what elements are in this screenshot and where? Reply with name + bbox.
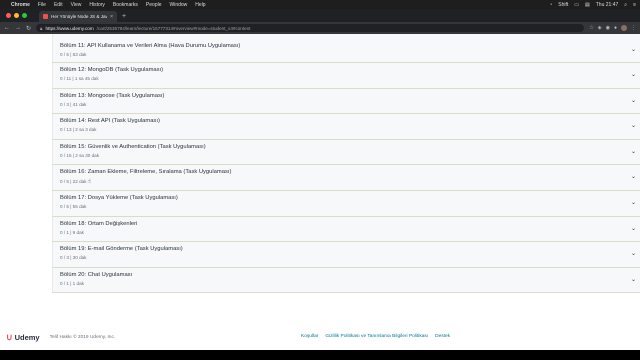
browser-toolbar: ← → ↻ 🔒︎ https://www.udemy.com/cart/2536…	[0, 22, 640, 34]
course-content-page: Bölüm 11: API Kullanama ve Verileri Alma…	[0, 34, 640, 350]
chevron-down-icon[interactable]: ⌄	[631, 46, 636, 53]
extension-icon[interactable]: ◉	[606, 25, 610, 31]
footer-links: Koşullar Gizlilik Politikası ve Tanımlam…	[301, 334, 450, 339]
chevron-down-icon[interactable]: ⌄	[631, 225, 636, 232]
udemy-logo-icon: ∪	[6, 331, 13, 342]
section-title: Bölüm 14: Rest API (Task Uygulaması)	[60, 118, 160, 125]
mouse-cursor-icon: ☝︎	[87, 179, 92, 186]
section-meta: 0 / 11 | 1 sa 45 dak	[60, 76, 99, 81]
section-title: Bölüm 16: Zaman Ekleme, Filtreleme, Sıra…	[60, 169, 232, 176]
chevron-down-icon[interactable]: ⌄	[631, 97, 636, 104]
section-title: Bölüm 17: Dosya Yükleme (Task Uygulaması…	[60, 194, 178, 201]
chevron-down-icon[interactable]: ⌄	[631, 250, 636, 257]
chevron-down-icon[interactable]: ⌄	[631, 173, 636, 180]
mac-menubar: Chrome File Edit View History Bookmarks …	[0, 0, 640, 9]
battery-icon[interactable]: ▭	[574, 2, 579, 8]
menu-people[interactable]: People	[146, 2, 162, 8]
curriculum-section[interactable]: Bölüm 19: E-mail Gönderme (Task Uygulama…	[52, 242, 640, 268]
input-source-indicator[interactable]: Shift	[558, 2, 568, 8]
section-meta: 0 / 13 | 2 sa 3 dak	[60, 127, 97, 133]
url-host: https://www.udemy.com	[45, 25, 94, 31]
curriculum-section[interactable]: Bölüm 16: Zaman Ekleme, Filtreleme, Sıra…	[52, 165, 640, 191]
minimize-window-button[interactable]	[14, 13, 19, 18]
curriculum-section[interactable]: Bölüm 18: Ortam Değişkenleri 0 / 1 | 9 d…	[52, 216, 640, 243]
curriculum-section[interactable]: Bölüm 11: API Kullanama ve Verileri Alma…	[52, 34, 640, 63]
reload-icon[interactable]: ↻	[26, 25, 31, 32]
page-footer: ∪ Udemy Telif Hakkı © 2019 Udemy, Inc. K…	[0, 324, 640, 350]
menu-view[interactable]: View	[71, 2, 82, 8]
bookmark-star-icon[interactable]: ☆	[589, 25, 593, 31]
menu-bookmarks[interactable]: Bookmarks	[113, 2, 138, 8]
section-meta: 0 / 5 | 55 dak	[60, 203, 87, 209]
curriculum-section[interactable]: Bölüm 14: Rest API (Task Uygulaması) 0 /…	[52, 114, 640, 140]
support-link[interactable]: Destek	[435, 334, 450, 339]
logo-text: Udemy	[14, 332, 40, 342]
menu-list-icon[interactable]: ≡	[633, 2, 636, 8]
curriculum-section[interactable]: Bölüm 12: MongoDB (Task Uygulaması) 0 / …	[52, 63, 640, 89]
clock[interactable]: Thu 21:47	[596, 2, 619, 8]
browser-tab-active[interactable]: Her Yönüyle Node JS & Javas ×	[39, 11, 117, 22]
section-meta: 0 / 1 | 9 dak	[60, 229, 84, 235]
menubar-status-area: ◔ Shift ▭ ▤ Thu 21:47 ⌕ ≡	[549, 2, 636, 8]
screen-bottom-edge	[0, 350, 640, 360]
back-arrow-icon[interactable]: ←	[4, 25, 10, 31]
section-title: Bölüm 19: E-mail Gönderme (Task Uygulama…	[60, 246, 183, 253]
menu-edit[interactable]: Edit	[54, 2, 63, 8]
new-tab-button[interactable]: +	[122, 11, 126, 22]
more-menu-icon[interactable]: ⋮	[631, 25, 636, 31]
privacy-policy-link[interactable]: Gizlilik Politikası ve Tanımlama Bilgile…	[325, 334, 428, 339]
menu-history[interactable]: History	[89, 2, 105, 8]
section-meta-text: 0 / 5 | 22 dak	[60, 179, 87, 185]
curriculum-section[interactable]: Bölüm 15: Güvenlik ve Authentication (Ta…	[52, 139, 640, 166]
lock-icon: 🔒︎	[40, 25, 43, 31]
section-title: Bölüm 11: API Kullanama ve Verileri Alma…	[60, 43, 241, 49]
udemy-favicon-icon	[43, 14, 48, 19]
section-meta: 0 / 15 | 2 sa 30 dak	[60, 152, 99, 158]
section-meta: 0 / 5 | 53 dak	[60, 52, 87, 57]
chevron-down-icon[interactable]: ⌄	[631, 148, 636, 155]
chevron-down-icon[interactable]: ⌄	[631, 276, 636, 283]
tab-title: Her Yönüyle Node JS & Javas	[51, 14, 108, 19]
url-path: /cart/2536784/learn/lecture/15777314#ove…	[96, 25, 251, 31]
curriculum-section[interactable]: Bölüm 13: Mongoose (Task Uygulaması) 0 /…	[52, 88, 640, 115]
browser-tabstrip: Her Yönüyle Node JS & Javas × +	[0, 9, 640, 22]
menu-file[interactable]: File	[38, 2, 46, 8]
window-controls	[0, 9, 33, 22]
udemy-logo[interactable]: ∪ Udemy	[6, 332, 40, 343]
flag-icon[interactable]: ▤	[585, 2, 590, 8]
section-title: Bölüm 13: Mongoose (Task Uygulaması)	[60, 92, 165, 99]
section-meta: 0 / 3 | 41 dak	[60, 101, 87, 107]
close-tab-icon[interactable]: ×	[110, 14, 113, 20]
extension-icon[interactable]: ●	[614, 25, 617, 31]
forward-arrow-icon[interactable]: →	[15, 25, 21, 31]
wifi-icon[interactable]: ◔	[549, 2, 552, 8]
close-window-button[interactable]	[6, 13, 11, 18]
profile-avatar[interactable]	[621, 25, 627, 31]
address-bar[interactable]: 🔒︎ https://www.udemy.com/cart/2536784/le…	[36, 24, 585, 32]
section-meta: 0 / 1 | 1 dak	[60, 280, 84, 286]
menu-chrome[interactable]: Chrome	[11, 2, 30, 8]
search-icon[interactable]: ⌕	[624, 2, 627, 8]
copyright-text: Telif Hakkı © 2019 Udemy, Inc.	[49, 334, 116, 340]
section-title: Bölüm 18: Ortam Değişkenleri	[60, 220, 138, 227]
curriculum-section[interactable]: Bölüm 20: Chat Uygulaması 0 / 1 | 1 dak …	[52, 267, 640, 294]
section-title: Bölüm 15: Güvenlik ve Authentication (Ta…	[60, 143, 206, 150]
terms-link[interactable]: Koşullar	[301, 334, 318, 339]
curriculum-section[interactable]: Bölüm 17: Dosya Yükleme (Task Uygulaması…	[52, 190, 640, 217]
chevron-down-icon[interactable]: ⌄	[631, 122, 636, 129]
extension-icon[interactable]: ◈	[598, 25, 602, 31]
curriculum-section-list: Bölüm 11: API Kullanama ve Verileri Alma…	[52, 34, 640, 294]
extension-icons: ☆ ◈ ◉ ● ⋮	[589, 25, 636, 31]
section-meta: 0 / 3 | 30 dak	[60, 255, 87, 261]
zoom-window-button[interactable]	[22, 13, 27, 18]
section-title: Bölüm 20: Chat Uygulaması	[60, 271, 133, 278]
menu-window[interactable]: Window	[170, 2, 188, 8]
chevron-down-icon[interactable]: ⌄	[631, 199, 636, 206]
chevron-down-icon[interactable]: ⌄	[631, 71, 636, 78]
section-meta: 0 / 5 | 22 dak☝︎	[60, 178, 640, 185]
section-title: Bölüm 12: MongoDB (Task Uygulaması)	[60, 67, 164, 73]
menu-help[interactable]: Help	[195, 2, 205, 8]
